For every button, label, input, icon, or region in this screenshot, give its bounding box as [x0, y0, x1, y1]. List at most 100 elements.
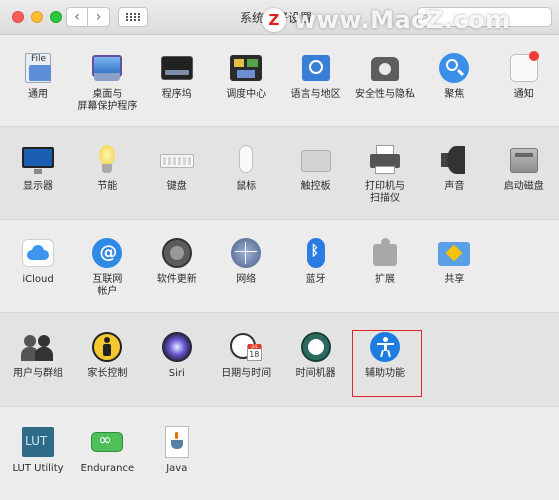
pref-label: 时间机器 [295, 368, 336, 379]
back-button[interactable]: ‹ [66, 7, 88, 27]
general-icon: File [21, 51, 55, 85]
users-groups-icon [21, 330, 55, 364]
java-icon [160, 425, 194, 459]
icloud-icon [21, 236, 55, 270]
extensions-icon [368, 236, 402, 270]
pref-siri[interactable]: Siri [142, 330, 212, 380]
pref-energy-saver[interactable]: 节能 [72, 143, 142, 193]
show-all-button[interactable] [118, 7, 148, 27]
internet-accounts-icon: @ [90, 236, 124, 270]
pref-sharing[interactable]: 共享 [419, 236, 489, 286]
pref-displays[interactable]: 显示器 [3, 143, 73, 193]
pref-label: 触控板 [300, 181, 331, 192]
pref-label: 扩展 [375, 274, 395, 285]
pref-label: 键盘 [166, 181, 187, 192]
pref-label: 程序坞 [161, 89, 192, 100]
pref-label: 鼠标 [236, 181, 257, 192]
trackpad-icon [299, 143, 333, 177]
pref-label: 互联网 帐户 [92, 274, 123, 297]
pref-lut-utility[interactable]: LUT LUT Utility [3, 425, 73, 475]
mouse-icon [229, 143, 263, 177]
pref-software-update[interactable]: 软件更新 [142, 236, 212, 286]
lut-utility-icon: LUT [21, 425, 55, 459]
search-icon: ⌕ [422, 9, 429, 23]
time-machine-icon [299, 330, 333, 364]
bluetooth-icon: ᛒ [299, 236, 333, 270]
pref-java[interactable]: Java [142, 425, 212, 475]
pref-language-region[interactable]: 语言与地区 [281, 51, 351, 101]
pref-label: 日期与时间 [221, 368, 272, 379]
pref-dock[interactable]: 程序坞 [142, 51, 212, 101]
mission-control-icon [229, 51, 263, 85]
pref-label: 声音 [444, 181, 465, 192]
zoom-window-button[interactable] [50, 11, 62, 23]
pref-label: 语言与地区 [290, 89, 341, 100]
forward-button[interactable]: › [88, 7, 110, 27]
network-icon [229, 236, 263, 270]
pref-label: 调度中心 [226, 89, 267, 100]
pref-label: 蓝牙 [305, 274, 326, 285]
search-field[interactable]: ⌕ [417, 7, 552, 27]
pref-mission-control[interactable]: 调度中心 [211, 51, 281, 101]
pref-label: 家长控制 [87, 368, 128, 379]
pref-label: 安全性与隐私 [355, 89, 415, 100]
pref-icloud[interactable]: iCloud [3, 236, 73, 286]
pref-spotlight[interactable]: 聚焦 [419, 51, 489, 101]
pref-label: 通用 [28, 89, 48, 100]
software-update-icon [160, 236, 194, 270]
dock-icon [160, 51, 194, 85]
pref-notifications[interactable]: 通知 [489, 51, 559, 101]
pref-internet-accounts[interactable]: @ 互联网 帐户 [72, 236, 142, 298]
pref-label: 网络 [236, 274, 257, 285]
pref-general[interactable]: File 通用 [3, 51, 73, 101]
pref-label: 打印机与 扫描仪 [365, 181, 405, 204]
pref-parental-controls[interactable]: 家长控制 [72, 330, 142, 380]
pref-desktop-screensaver[interactable]: 桌面与 屏幕保护程序 [72, 51, 142, 113]
pref-users-groups[interactable]: 用户与群组 [3, 330, 73, 380]
printers-scanners-icon [368, 143, 402, 177]
close-window-button[interactable] [12, 11, 24, 23]
pref-label: 用户与群组 [13, 368, 63, 379]
chevron-left-icon: ‹ [74, 9, 80, 25]
sound-icon [437, 143, 471, 177]
pref-label: 启动磁盘 [503, 181, 544, 192]
siri-icon [160, 330, 194, 364]
pref-label: Java [166, 463, 188, 474]
pref-network[interactable]: 网络 [211, 236, 281, 286]
pref-label: 软件更新 [156, 274, 197, 285]
accessibility-highlight-box [352, 330, 422, 397]
startup-disk-icon [507, 143, 541, 177]
pref-trackpad[interactable]: 触控板 [281, 143, 351, 193]
grid-icon [126, 13, 140, 21]
minimize-window-button[interactable] [31, 11, 43, 23]
pref-label: 桌面与 屏幕保护程序 [77, 89, 138, 112]
pref-date-time[interactable]: JUL 18 日期与时间 [211, 330, 281, 380]
notifications-icon [507, 51, 541, 85]
language-region-icon [299, 51, 333, 85]
pref-label: Endurance [80, 463, 135, 474]
date-time-icon: JUL 18 [229, 330, 263, 364]
search-input[interactable] [434, 10, 544, 24]
window-title: 系统偏好设置 [240, 11, 313, 25]
pref-label: 聚焦 [444, 89, 465, 100]
sharing-icon [437, 236, 471, 270]
pref-bluetooth[interactable]: ᛒ 蓝牙 [281, 236, 351, 286]
pref-label: 共享 [444, 274, 465, 285]
pref-label: Siri [168, 368, 185, 379]
pref-keyboard[interactable]: 键盘 [142, 143, 212, 193]
keyboard-icon [159, 143, 194, 177]
window-titlebar: ‹ › 系统偏好设置 ⌕ Z www.MacZ.com [0, 0, 559, 35]
pref-mouse[interactable]: 鼠标 [211, 143, 281, 193]
pref-label: 显示器 [23, 181, 53, 192]
pref-security-privacy[interactable]: 安全性与隐私 [350, 51, 420, 101]
endurance-icon: ∞ [90, 425, 124, 459]
pref-printers-scanners[interactable]: 打印机与 扫描仪 [350, 143, 420, 205]
pref-sound[interactable]: 声音 [419, 143, 489, 193]
parental-controls-icon [90, 330, 124, 364]
pref-time-machine[interactable]: 时间机器 [281, 330, 351, 380]
pref-startup-disk[interactable]: 启动磁盘 [489, 143, 559, 193]
pref-endurance[interactable]: ∞ Endurance [72, 425, 142, 475]
spotlight-icon [437, 51, 471, 85]
pref-extensions[interactable]: 扩展 [350, 236, 420, 286]
displays-icon [21, 143, 55, 177]
